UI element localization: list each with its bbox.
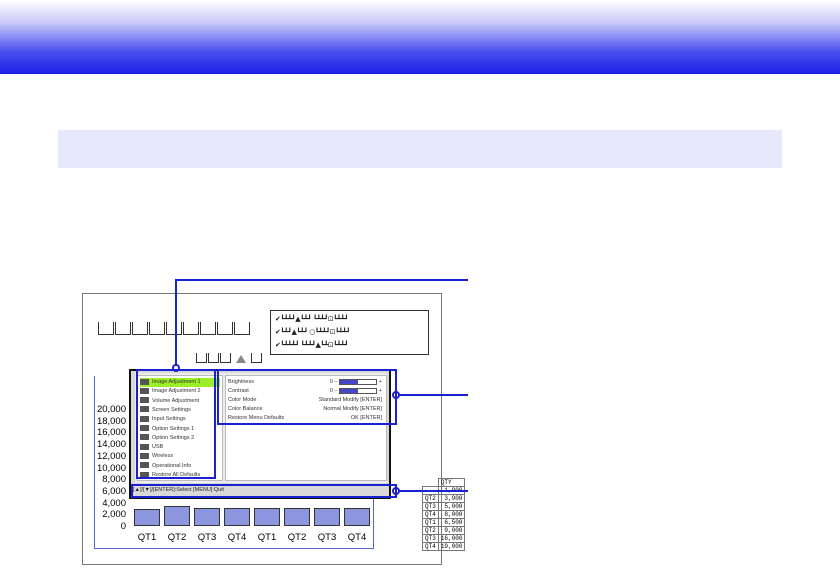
bar [314, 508, 340, 526]
y-tick-label: 6,000 [102, 485, 126, 497]
x-tick-label: QT4 [347, 532, 367, 543]
highlight-menu-box [136, 369, 216, 479]
x-tick-label: QT2 [287, 532, 307, 543]
y-tick-label: 2,000 [102, 509, 126, 521]
table-row: QT2 3,900 [422, 494, 466, 503]
bar [284, 508, 310, 526]
y-tick-label: 10,000 [96, 462, 126, 474]
y-tick-label: 0 [120, 521, 126, 532]
placeholder-subtitle [196, 350, 263, 368]
triangle-icon [236, 355, 247, 363]
legend-row: ✔┗┻┻┻┛ ┗┻┻┛▲┗┻⊡┗┻┻┛ [275, 341, 349, 349]
y-tick-label: 8,000 [102, 474, 126, 486]
qty-table: QTY1,900QT23,900QT35,000QT48,000QT16,500… [422, 478, 466, 551]
legend-row: ✔┗┻┻┛▲┗┻┛ ┗┻┻┛⊡┗┻┻┛ [275, 315, 349, 323]
bar [344, 508, 370, 526]
x-tick-label: QT2 [167, 532, 187, 543]
chart-right-bracket [373, 498, 374, 549]
bar [194, 508, 220, 526]
x-tick-label: QT1 [137, 532, 157, 543]
callout-line-top-drop [175, 279, 177, 368]
x-tick-label: QT3 [197, 532, 217, 543]
table-row: QT3 16,000 [422, 534, 466, 543]
table-row: QT1 6,500 [422, 518, 466, 527]
y-tick-label: 20,000 [96, 404, 126, 415]
x-tick-label: QT1 [257, 532, 277, 543]
y-tick-label: 18,000 [96, 415, 126, 427]
header-banner [0, 0, 840, 74]
bar [134, 508, 160, 526]
callout-line-middle [398, 394, 468, 396]
table-row: QT3 5,000 [422, 502, 466, 511]
legend-row: ✔┗┻┛▲┗┻┛ ○┗┻┻┛⊡┗┻┻┛ [275, 328, 350, 336]
highlight-footer-box [131, 484, 397, 498]
bar [254, 508, 280, 526]
bar [164, 505, 190, 526]
chart-bottom-bracket [94, 548, 374, 549]
table-row: QT4 19,000 [422, 542, 466, 551]
x-tick-label: QT4 [227, 532, 247, 543]
highlight-settings-box [217, 369, 397, 425]
x-tick-label: QT3 [317, 532, 337, 543]
y-tick-label: 4,000 [102, 497, 126, 509]
qty-header: QTY [437, 478, 466, 487]
y-tick-label: 16,000 [96, 427, 126, 439]
bar [224, 508, 250, 526]
legend-box: ✔┗┻┻┛▲┗┻┛ ┗┻┻┛⊡┗┻┻┛ ✔┗┻┛▲┗┻┛ ○┗┻┻┛⊡┗┻┻┛ … [270, 310, 429, 355]
table-row: QT4 8,000 [422, 510, 466, 519]
section-bar [58, 130, 782, 168]
table-row: QT2 9,000 [422, 526, 466, 535]
y-tick-label: 14,000 [96, 439, 126, 451]
callout-line-top [175, 279, 468, 281]
callout-line-bottom [398, 490, 468, 492]
y-tick-label: 12,000 [96, 450, 126, 462]
